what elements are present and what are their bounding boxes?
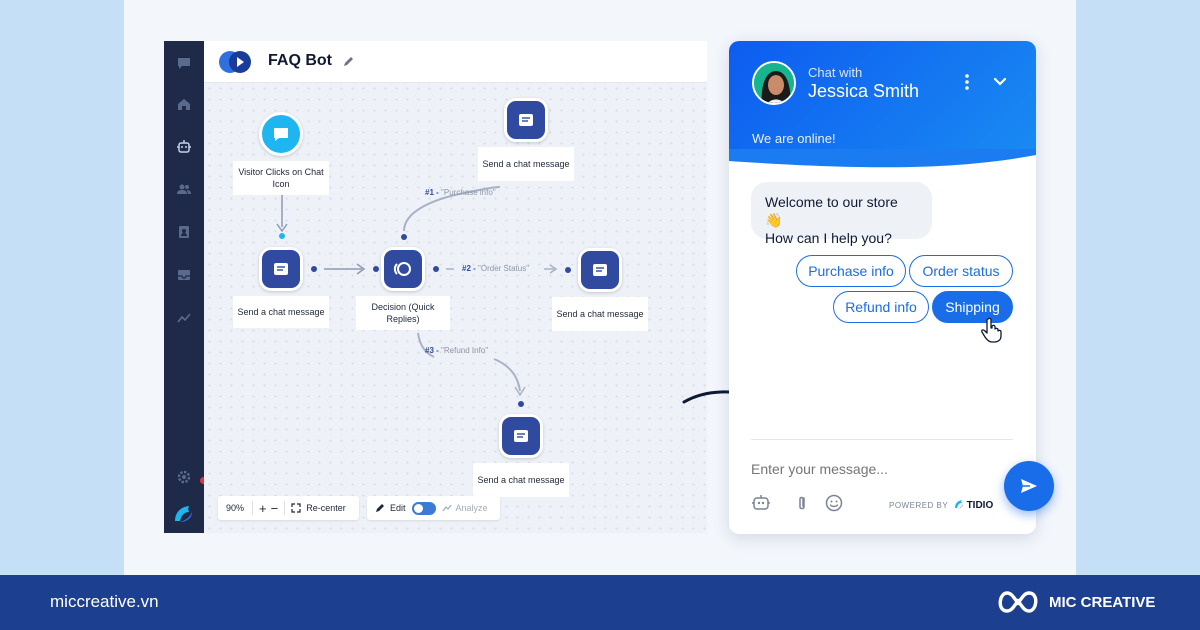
page-title: FAQ Bot: [268, 52, 332, 69]
more-options-icon[interactable]: [961, 72, 973, 92]
tidio-logo-icon: [954, 500, 963, 509]
analytics-icon[interactable]: [174, 308, 194, 328]
recenter-icon: [291, 503, 301, 513]
footer-site[interactable]: miccreative.vn: [50, 592, 159, 612]
chat-with-label: Chat with: [808, 65, 863, 80]
powered-by-label: POWERED BY: [889, 501, 949, 510]
send-button[interactable]: [1004, 461, 1054, 511]
edge-label-1: #1 - "Purchase info": [425, 188, 496, 197]
decision-node-icon[interactable]: [381, 247, 425, 291]
settings-icon[interactable]: [174, 467, 194, 487]
mode-controls: Edit Analyze: [367, 496, 500, 520]
send-message-node-icon[interactable]: [504, 98, 548, 142]
chevron-down-icon[interactable]: [992, 74, 1008, 90]
chat-icon[interactable]: [174, 53, 194, 73]
decision-node-label: Decision (Quick Replies): [356, 296, 450, 330]
pencil-icon: [376, 504, 384, 512]
analyze-mode-label[interactable]: Analyze: [456, 503, 488, 513]
bot-icon[interactable]: [751, 493, 771, 513]
edge-label-3: #3 - "Refund Info": [425, 346, 489, 355]
zoom-controls: 90% + − Re-center: [218, 496, 359, 520]
emoji-icon[interactable]: [824, 493, 844, 513]
inbox-icon[interactable]: [174, 265, 194, 285]
quick-reply-button[interactable]: Purchase info: [796, 255, 906, 287]
welcome-line-1: Welcome to our store 👋: [765, 194, 898, 228]
tidio-logo-icon[interactable]: [172, 501, 196, 525]
recenter-button[interactable]: Re-center: [306, 503, 346, 513]
pencil-icon[interactable]: [342, 54, 356, 68]
edge-label-2: #2 - "Order Status": [462, 264, 530, 273]
trigger-node-label: Visitor Clicks on Chat Icon: [233, 161, 329, 195]
send-message-node-label: Send a chat message: [233, 296, 329, 328]
send-message-node-label: Send a chat message: [552, 297, 648, 331]
edit-analyze-toggle[interactable]: [411, 501, 436, 515]
edit-mode-label[interactable]: Edit: [390, 503, 406, 513]
send-message-node-label: Send a chat message: [478, 147, 574, 181]
powered-by: POWERED BY TIDIO: [889, 499, 993, 511]
send-message-node-icon[interactable]: [578, 248, 622, 292]
bot-icon[interactable]: [174, 137, 194, 157]
attachment-icon[interactable]: [792, 493, 812, 513]
quick-reply-button[interactable]: Order status: [909, 255, 1013, 287]
chat-widget: Chat with Jessica Smith We are online! W…: [729, 41, 1036, 534]
welcome-message: Welcome to our store 👋 How can I help yo…: [751, 182, 932, 246]
hand-cursor-icon: [981, 317, 1002, 343]
home-icon[interactable]: [174, 94, 194, 114]
footer: miccreative.vn MIC CREATIVE: [0, 575, 1200, 630]
powered-by-brand: TIDIO: [966, 500, 994, 511]
send-message-node-icon[interactable]: [499, 414, 543, 458]
editor-topbar: FAQ Bot: [204, 41, 707, 83]
contacts-icon[interactable]: [174, 222, 194, 242]
composer-divider: [751, 439, 1013, 440]
quick-reply-button[interactable]: Refund info: [833, 291, 929, 323]
avatar: [752, 61, 796, 105]
welcome-line-2: How can I help you?: [765, 230, 892, 246]
flow-editor: FAQ Bot Visitor Clicks on Chat Icon Send…: [164, 41, 707, 533]
zoom-in-button[interactable]: +: [259, 501, 267, 516]
editor-sidebar: [164, 41, 207, 533]
send-message-node-label: Send a chat message: [473, 463, 569, 497]
online-status: We are online!: [752, 131, 836, 146]
message-input[interactable]: [751, 458, 971, 480]
divider: [252, 501, 254, 515]
footer-brand: MIC CREATIVE: [1049, 594, 1156, 611]
send-message-node-icon[interactable]: [259, 247, 303, 291]
trigger-node-icon[interactable]: [259, 112, 303, 156]
agent-name: Jessica Smith: [808, 81, 920, 101]
users-icon[interactable]: [174, 179, 194, 199]
mic-creative-logo-icon: [998, 591, 1038, 613]
bot-logo-icon: [219, 51, 251, 73]
analytics-icon: [442, 504, 451, 512]
send-icon: [1021, 479, 1037, 493]
zoom-out-button[interactable]: −: [271, 501, 279, 516]
zoom-level: 90%: [226, 503, 245, 513]
divider: [284, 501, 286, 515]
